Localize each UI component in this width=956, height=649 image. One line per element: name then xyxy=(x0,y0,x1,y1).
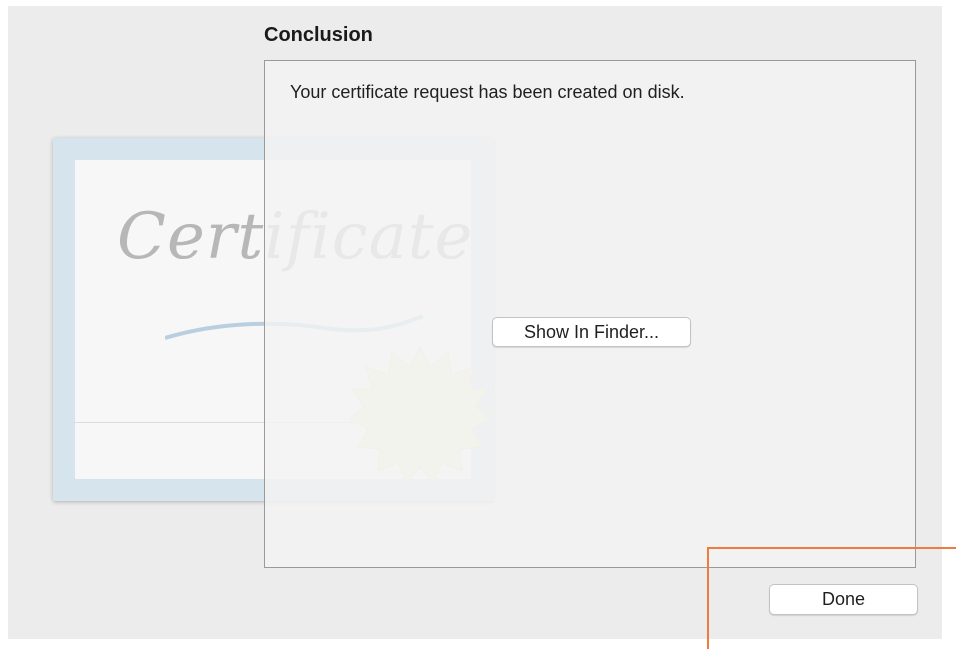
conclusion-content-panel xyxy=(264,60,916,568)
annotation-line-horizontal xyxy=(707,547,956,549)
done-button[interactable]: Done xyxy=(769,584,918,615)
annotation-line-vertical xyxy=(707,547,709,649)
page-title: Conclusion xyxy=(264,24,373,46)
status-message: Your certificate request has been create… xyxy=(290,82,685,102)
show-in-finder-button[interactable]: Show In Finder... xyxy=(492,317,691,347)
